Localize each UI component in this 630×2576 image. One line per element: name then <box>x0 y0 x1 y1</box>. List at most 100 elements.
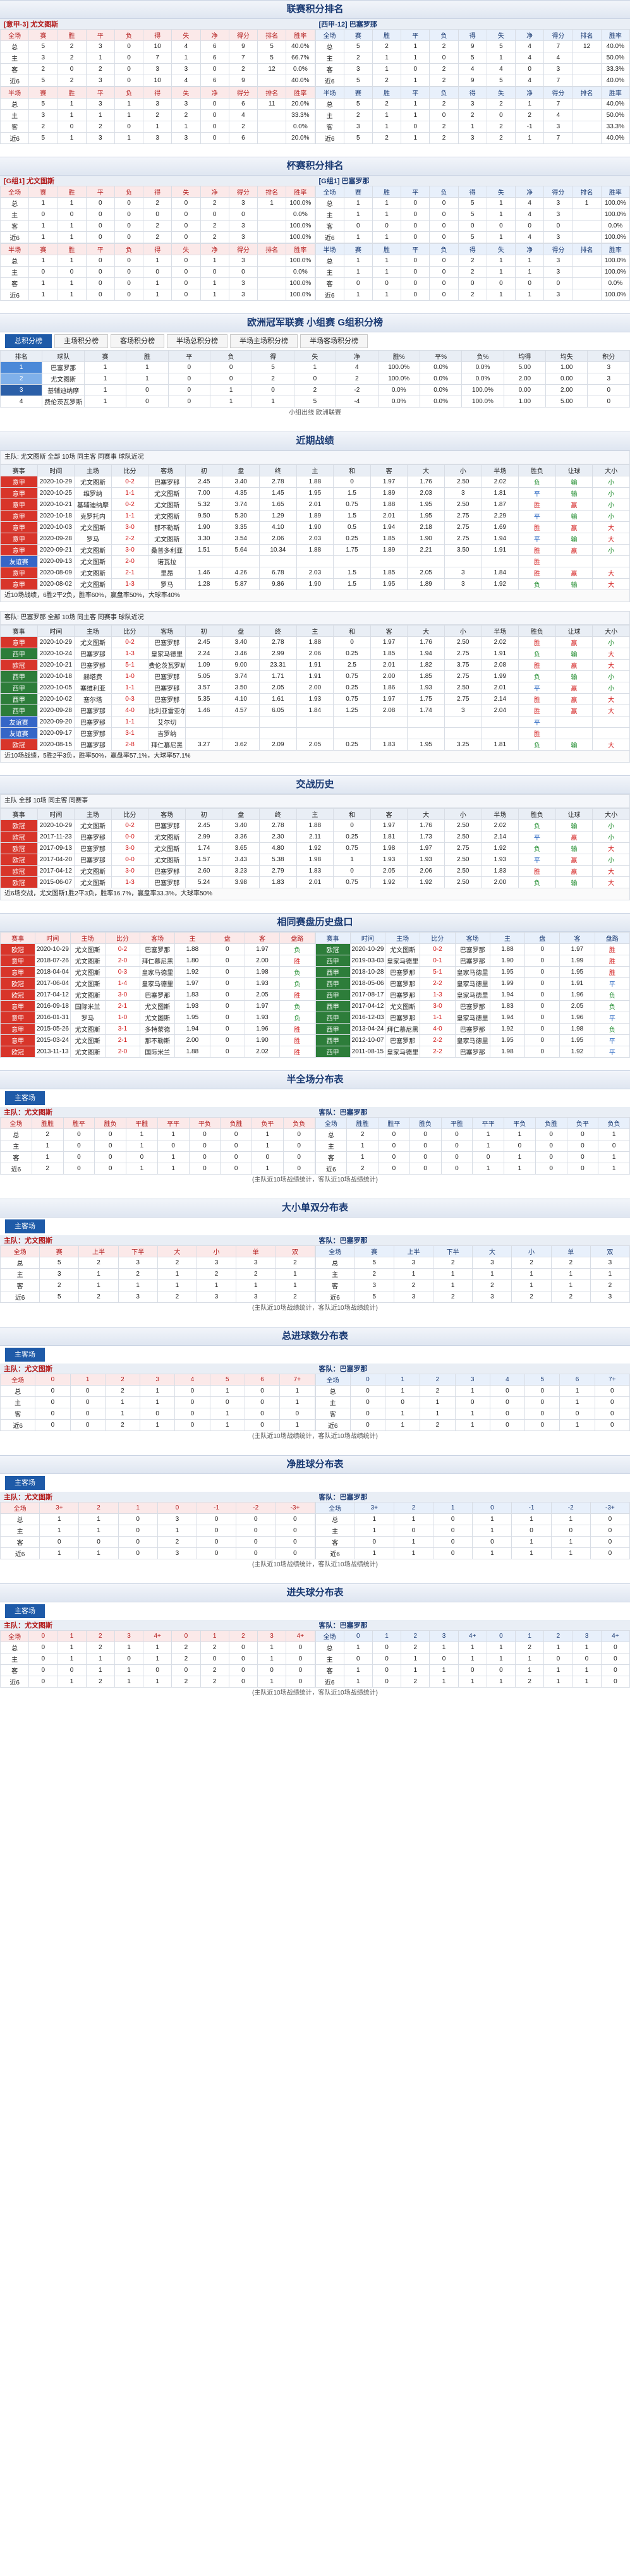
ht-ft-tab[interactable]: 主客场 <box>5 1091 45 1105</box>
cell: 尤文图斯 <box>70 1023 106 1035</box>
cell: 1.95 <box>296 487 334 499</box>
cell: 1 <box>515 1653 545 1665</box>
cell: 0 <box>524 1012 560 1024</box>
column-header: 全场 <box>315 1374 351 1386</box>
cell: 2 <box>57 40 87 52</box>
cell: 2015-06-07 <box>37 876 75 888</box>
cell: 2020-10-29 <box>37 636 75 648</box>
cell: 负 <box>518 876 556 888</box>
cell: 1.76 <box>407 636 445 648</box>
cell: 尤文图斯 <box>74 819 112 831</box>
cell: 1 <box>515 266 545 278</box>
column-header: 盘 <box>222 808 260 820</box>
column-header: 和 <box>333 464 371 476</box>
recent-home-filter[interactable]: 主队: 尤文图斯 全部 10场 同主客 同赛事 球队近况 <box>0 450 630 464</box>
cell: 客 <box>0 1536 40 1548</box>
cell: 国际米兰 <box>140 1046 176 1058</box>
cell: 1 <box>372 109 402 121</box>
cell: 2 <box>515 1642 545 1654</box>
cell: 0 <box>70 1385 106 1397</box>
cell: 5.87 <box>222 578 260 590</box>
tab-5[interactable]: 半场客场积分榜 <box>300 334 368 348</box>
cell: 1.80 <box>174 955 210 967</box>
cell: 1-1 <box>111 510 149 522</box>
cell: 1.5 <box>333 567 371 579</box>
cell: 0-1 <box>420 955 456 967</box>
cell: 1 <box>504 1163 536 1175</box>
column-header: 0 <box>171 1630 201 1642</box>
column-header: 胜率 <box>600 87 630 99</box>
cell: 0 <box>286 1653 315 1665</box>
column-header: 客场 <box>148 808 186 820</box>
cell: 0 <box>35 1396 71 1408</box>
goals-dist-tab[interactable]: 主客场 <box>5 1604 45 1618</box>
net-goals-tab[interactable]: 主客场 <box>5 1476 45 1490</box>
column-header: 全场 <box>0 1630 30 1642</box>
cell: 1 <box>114 1642 144 1654</box>
column-header: 胜 <box>57 186 87 198</box>
cell: 2020-08-15 <box>37 739 75 751</box>
cell: 1 <box>486 197 516 209</box>
tab-1[interactable]: 主场积分榜 <box>54 334 108 348</box>
cell <box>257 121 287 133</box>
cell: 尤文图斯 <box>140 1012 176 1024</box>
cell: 3.75 <box>444 659 482 671</box>
cell <box>370 727 408 739</box>
cell: 2020-10-05 <box>37 682 75 694</box>
cell <box>555 716 593 728</box>
column-header: 盘路 <box>594 932 630 944</box>
column-header: 主 <box>174 932 210 944</box>
cell: 近6 <box>315 132 344 144</box>
cell: 1.95 <box>370 578 408 590</box>
recent: 近期战绩 主队: 尤文图斯 全部 10场 同主客 同赛事 球队近况 赛事 时间 主场 比分… <box>0 432 630 763</box>
same-handicap-home-table-row: 意甲 2016-01-31 罗马 1-0 尤文图斯 1.95 0 1.93 负 <box>0 1012 315 1024</box>
h2h-filter[interactable]: 主队 全部 10场 同主客 同赛事 <box>0 794 630 808</box>
over-under-tables: 主队：尤文图斯 全场赛上半 下半大小单双总 5 2 3 2 3 3 2 主 3 1 2 1 2 2 1 客 2 1 1 1 1… <box>0 1235 630 1303</box>
cell: 4 <box>515 197 545 209</box>
tab-3[interactable]: 半场总积分榜 <box>167 334 227 348</box>
cell: 2 <box>472 1279 512 1291</box>
league-rank-away-full: 全场赛胜平负得失净得分 排名 胜率总 5 2 1 2 9 5 4 7 12 40.0% 主 2 1 1 0 5 1 4 4… <box>315 29 630 87</box>
cell: 1.96 <box>559 1012 595 1024</box>
cell: 0 <box>114 40 144 52</box>
cell: 0 <box>372 1676 402 1688</box>
tab-2[interactable]: 客场积分榜 <box>111 334 164 348</box>
total-goals-tab[interactable]: 主客场 <box>5 1348 45 1362</box>
cell: 40.0% <box>600 132 630 144</box>
cell: 2-1 <box>104 1000 141 1012</box>
cell: 2 <box>196 1268 237 1280</box>
cell: 输 <box>555 476 593 488</box>
cell: 0 <box>401 255 430 267</box>
tab-4[interactable]: 半场主场积分榜 <box>230 334 298 348</box>
cell: 1 <box>401 98 430 110</box>
cell <box>572 63 602 75</box>
cell: 1.98 <box>296 854 334 866</box>
same-handicap-home-table-row: 欧冠 2017-06-04 尤文图斯 1-4 皇家马德里 1.97 0 1.93 负 <box>0 977 315 989</box>
cell: 1 <box>275 1279 315 1291</box>
cell: 1 <box>251 396 294 408</box>
cell <box>257 255 287 267</box>
tab-0[interactable]: 总积分榜 <box>5 334 52 348</box>
cell: 0 <box>457 220 487 232</box>
cell: 11 <box>257 98 287 110</box>
cell: 尤文图斯 <box>148 842 186 854</box>
cell: 负 <box>518 476 556 488</box>
column-header: 胜 <box>372 29 402 41</box>
cell: 3 <box>228 197 258 209</box>
cell: 3.27 <box>185 739 223 751</box>
same-handicap-away-table-row: 西甲 2012-10-07 巴塞罗那 2-2 皇家马德里 1.95 0 1.95 平 <box>315 1034 630 1046</box>
cell: 0 <box>85 209 115 221</box>
cell: 拜仁慕尼黑 <box>385 1023 421 1035</box>
cell: 1.87 <box>481 499 519 511</box>
column-header: 初 <box>185 464 223 476</box>
recent-away-filter[interactable]: 客队: 巴塞罗那 全部 10场 同主客 同赛事 球队近况 <box>0 611 630 625</box>
cell: 2.03 <box>296 567 334 579</box>
column-header: 大 <box>472 1245 512 1257</box>
cell: 1 <box>393 1547 434 1559</box>
cell: 近6 <box>0 75 30 87</box>
over-under-tab[interactable]: 主客场 <box>5 1219 45 1233</box>
cell: 赢 <box>555 865 593 877</box>
cell: 3-1 <box>111 727 149 739</box>
cell: 1 <box>433 1279 473 1291</box>
cell: 近6 <box>0 1163 32 1175</box>
